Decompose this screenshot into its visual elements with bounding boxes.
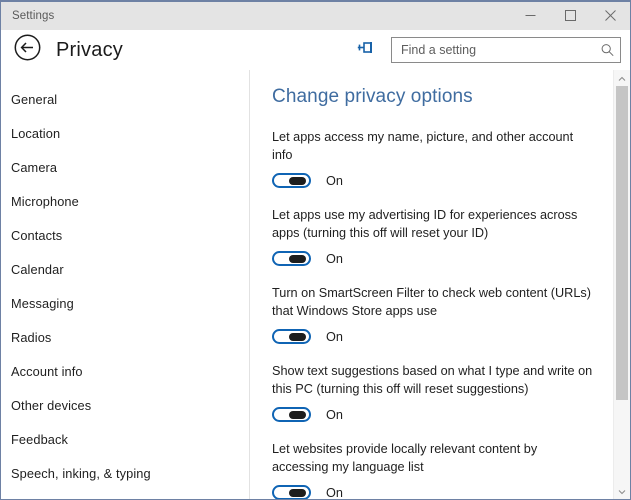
setting-language-list: Let websites provide locally relevant co… [272,441,630,499]
toggle-row: On [272,329,630,344]
sidebar-item-general[interactable]: General [1,82,249,116]
scrollbar-track[interactable] [614,86,630,483]
window-controls [510,2,630,29]
setting-description: Turn on SmartScreen Filter to check web … [272,286,591,318]
page-title: Privacy [56,38,123,61]
sidebar-item-label: Other devices [11,397,92,413]
toggle-knob [289,332,306,341]
toggle-knob [289,410,306,419]
sidebar-item-location[interactable]: Location [1,116,249,150]
toggle-state-label: On [326,251,343,266]
sidebar-item-label: Location [11,125,61,141]
sidebar-item-label: Microphone [11,193,79,209]
header-actions [352,30,621,70]
search-icon [601,44,614,57]
sidebar-item-label: Radios [11,329,52,345]
maximize-button[interactable] [550,2,590,29]
toggle-knob [289,488,306,497]
setting-description: Show text suggestions based on what I ty… [272,364,593,396]
setting-smartscreen-filter: Turn on SmartScreen Filter to check web … [272,285,630,344]
setting-description: Let apps access my name, picture, and ot… [272,130,574,162]
setting-description: Let websites provide locally relevant co… [272,442,538,474]
toggle-row: On [272,485,630,499]
sidebar-item-feedback[interactable]: Feedback [1,422,249,456]
toggle-state-label: On [326,485,343,500]
content-heading: Change privacy options [272,86,473,107]
pin-icon [357,40,374,60]
scroll-up-button[interactable] [614,70,630,86]
body: General Location Camera Microphone Conta… [1,70,630,499]
close-button[interactable] [590,2,630,29]
search-box[interactable] [391,37,621,63]
sidebar-item-label: Calendar [11,261,64,277]
sidebar-item-microphone[interactable]: Microphone [1,184,249,218]
search-input[interactable] [392,38,620,62]
toggle-switch[interactable] [272,173,311,188]
page-header: Privacy [1,30,630,70]
sidebar-item-label: Camera [11,159,58,175]
pin-button[interactable] [352,37,378,63]
sidebar-item-calendar[interactable]: Calendar [1,252,249,286]
toggle-row: On [272,173,630,188]
settings-window: Settings Privacy Find a setting General … [0,0,631,500]
sidebar-item-account-info[interactable]: Account info [1,354,249,388]
toggle-switch[interactable] [272,485,311,499]
sidebar-item-contacts[interactable]: Contacts [1,218,249,252]
chevron-up-icon [618,70,626,87]
sidebar-item-label: Messaging [11,295,74,311]
toggle-state-label: On [326,173,343,188]
sidebar-item-label: Contacts [11,227,63,243]
sidebar-item-speech-inking-typing[interactable]: Speech, inking, & typing [1,456,249,490]
toggle-row: On [272,407,630,422]
back-arrow-icon [14,34,41,66]
content-pane: Change privacy options Let apps access m… [250,70,630,499]
setting-text-suggestions: Show text suggestions based on what I ty… [272,363,630,422]
sidebar-item-label: Account info [11,363,83,379]
sidebar-item-radios[interactable]: Radios [1,320,249,354]
sidebar-item-camera[interactable]: Camera [1,150,249,184]
setting-account-info: Let apps access my name, picture, and ot… [272,129,630,188]
scroll-down-button[interactable] [614,483,630,499]
title-bar: Settings [1,2,630,30]
toggle-state-label: On [326,407,343,422]
scrollbar-thumb[interactable] [616,86,628,400]
toggle-state-label: On [326,329,343,344]
back-button[interactable] [12,34,43,66]
toggle-switch[interactable] [272,407,311,422]
content-scrollbar[interactable] [613,70,630,499]
sidebar: General Location Camera Microphone Conta… [1,70,250,499]
setting-advertising-id: Let apps use my advertising ID for exper… [272,207,630,266]
sidebar-item-label: General [11,91,58,107]
chevron-down-icon [618,482,626,499]
minimize-button[interactable] [510,2,550,29]
toggle-row: On [272,251,630,266]
sidebar-item-label: Speech, inking, & typing [11,465,151,481]
sidebar-item-label: Feedback [11,431,68,447]
toggle-switch[interactable] [272,329,311,344]
setting-description: Let apps use my advertising ID for exper… [272,208,578,240]
toggle-knob [289,176,306,185]
toggle-switch[interactable] [272,251,311,266]
sidebar-item-other-devices[interactable]: Other devices [1,388,249,422]
toggle-knob [289,254,306,263]
sidebar-item-messaging[interactable]: Messaging [1,286,249,320]
window-title: Settings [12,9,55,22]
